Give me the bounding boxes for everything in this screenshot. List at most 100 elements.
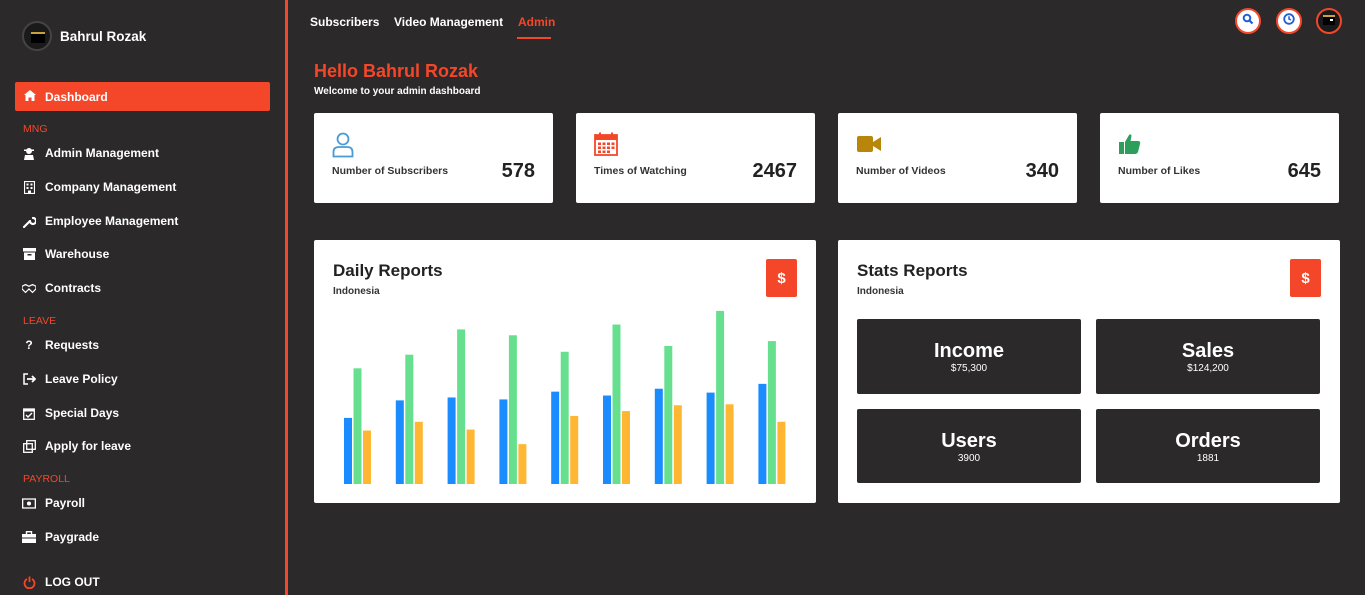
chart-bar — [353, 368, 362, 484]
chart-bar — [673, 405, 682, 484]
handshake-icon — [22, 281, 36, 295]
sidebar-item-label: Payroll — [45, 496, 86, 510]
panel-subtitle: Indonesia — [857, 286, 904, 297]
sidebar-item-label: Contracts — [45, 281, 102, 295]
sidebar-item-warehouse[interactable]: Warehouse — [22, 247, 109, 261]
sidebar-item-requests[interactable]: ? Requests — [22, 338, 99, 352]
sidebar-item-label: Company Management — [45, 180, 177, 194]
user-icon — [332, 132, 356, 158]
sidebar-item-label: Special Days — [45, 406, 120, 420]
chart-bar — [405, 354, 414, 484]
sidebar-item-special-days[interactable]: Special Days — [22, 406, 119, 420]
chart-bar — [560, 351, 569, 484]
chart-bar — [603, 395, 611, 484]
search-icon — [1242, 12, 1254, 30]
sidebar-item-admin-management[interactable]: Admin Management — [22, 146, 159, 160]
sidebar-item-paygrade[interactable]: Paygrade — [22, 530, 99, 544]
chart-bar — [612, 324, 621, 484]
stats-reports-panel: Stats Reports Indonesia $ Income $75,300… — [838, 240, 1340, 503]
chart-bar — [457, 329, 466, 484]
sidebar-item-leave-policy[interactable]: Leave Policy — [22, 372, 118, 386]
chart-bar — [706, 392, 715, 484]
chart-bar — [499, 399, 508, 484]
wrench-icon — [22, 214, 36, 228]
chart-bar — [622, 411, 630, 484]
daily-reports-panel: Daily Reports Indonesia $ — [314, 240, 816, 503]
stat-value: 645 — [1287, 160, 1321, 182]
brand[interactable]: Bahrul Rozak — [22, 21, 146, 51]
section-label-mng: MNG — [23, 123, 48, 135]
tab-video-management[interactable]: Video Management — [394, 15, 503, 29]
chart-bar — [344, 417, 352, 484]
stat-box-sales[interactable]: Sales $124,200 — [1096, 319, 1320, 394]
money-icon — [22, 496, 36, 510]
user-name: Bahrul Rozak — [60, 28, 147, 44]
sidebar: Bahrul Rozak Dashboard MNG Admin Managem… — [0, 0, 285, 595]
stat-card-subscribers: Number of Subscribers 578 — [314, 113, 553, 203]
sidebar-item-label: Admin Management — [45, 146, 160, 160]
stat-value: 2467 — [752, 160, 798, 182]
stat-box-income[interactable]: Income $75,300 — [857, 319, 1081, 394]
sidebar-item-contracts[interactable]: Contracts — [22, 281, 101, 295]
sidebar-item-label: Apply for leave — [45, 439, 132, 453]
active-tab-indicator — [517, 37, 551, 39]
sidebar-item-label: Warehouse — [45, 247, 110, 261]
stat-label: Times of Watching — [594, 165, 687, 177]
chart-bar — [767, 341, 776, 484]
sidebar-item-payroll[interactable]: Payroll — [22, 496, 85, 510]
stat-card-watching: Times of Watching 2467 — [576, 113, 815, 203]
sidebar-item-employee-management[interactable]: Employee Management — [22, 214, 178, 228]
dollar-button[interactable]: $ — [1290, 259, 1321, 297]
stat-box-value: 3900 — [957, 453, 981, 464]
stat-label: Number of Likes — [1118, 165, 1201, 177]
section-label-payroll: PAYROLL — [23, 473, 70, 485]
avatar — [22, 21, 52, 51]
search-button[interactable] — [1235, 8, 1261, 34]
building-icon — [22, 180, 36, 194]
sidebar-item-apply-for-leave[interactable]: Apply for leave — [22, 439, 131, 453]
stat-label: Number of Videos — [856, 165, 946, 177]
chart-bar — [758, 383, 767, 484]
chart-bar — [664, 345, 673, 484]
logout-button[interactable]: LOG OUT — [22, 575, 100, 589]
sidebar-item-label: Requests — [45, 338, 100, 352]
chart-bar — [570, 415, 579, 484]
chart-bar — [551, 391, 560, 484]
tab-subscribers[interactable]: Subscribers — [310, 15, 379, 29]
chart-bar — [363, 430, 371, 484]
profile-avatar-button[interactable] — [1316, 8, 1342, 34]
sign-out-icon — [22, 372, 36, 386]
archive-icon — [22, 247, 36, 261]
clock-button[interactable] — [1276, 8, 1302, 34]
stat-box-name: Sales — [1181, 340, 1235, 362]
chart-bar — [654, 388, 663, 484]
stat-box-name: Orders — [1175, 430, 1241, 452]
sidebar-item-company-management[interactable]: Company Management — [22, 180, 176, 194]
stat-value: 578 — [501, 160, 535, 182]
stat-box-users[interactable]: Users 3900 — [857, 409, 1081, 483]
calendar-check-icon — [22, 406, 36, 420]
clone-icon — [22, 439, 36, 453]
daily-reports-chart — [344, 310, 786, 484]
stat-box-orders[interactable]: Orders 1881 — [1096, 409, 1320, 483]
chart-bar — [508, 335, 517, 484]
chart-bar — [395, 400, 404, 484]
stat-box-value: 1881 — [1196, 453, 1220, 464]
stat-box-value: $124,200 — [1187, 363, 1229, 374]
section-label-leave: LEAVE — [23, 315, 57, 327]
stat-box-value: $75,300 — [950, 363, 988, 374]
sidebar-item-label: Dashboard — [45, 89, 108, 104]
sidebar-item-dashboard[interactable]: Dashboard — [15, 82, 270, 111]
briefcase-icon — [22, 530, 36, 544]
chart-bar — [777, 421, 786, 484]
video-camera-icon — [856, 132, 881, 158]
clock-icon — [1283, 12, 1295, 30]
avatar — [1321, 12, 1337, 31]
thumbs-up-icon — [1118, 132, 1142, 158]
tab-admin[interactable]: Admin — [518, 15, 555, 29]
page-subtitle: Welcome to your admin dashboard — [314, 86, 481, 97]
sidebar-item-label: Employee Management — [45, 214, 179, 228]
sidebar-divider — [285, 0, 288, 595]
dollar-icon: $ — [1301, 269, 1310, 287]
panel-title: Stats Reports — [857, 261, 968, 280]
